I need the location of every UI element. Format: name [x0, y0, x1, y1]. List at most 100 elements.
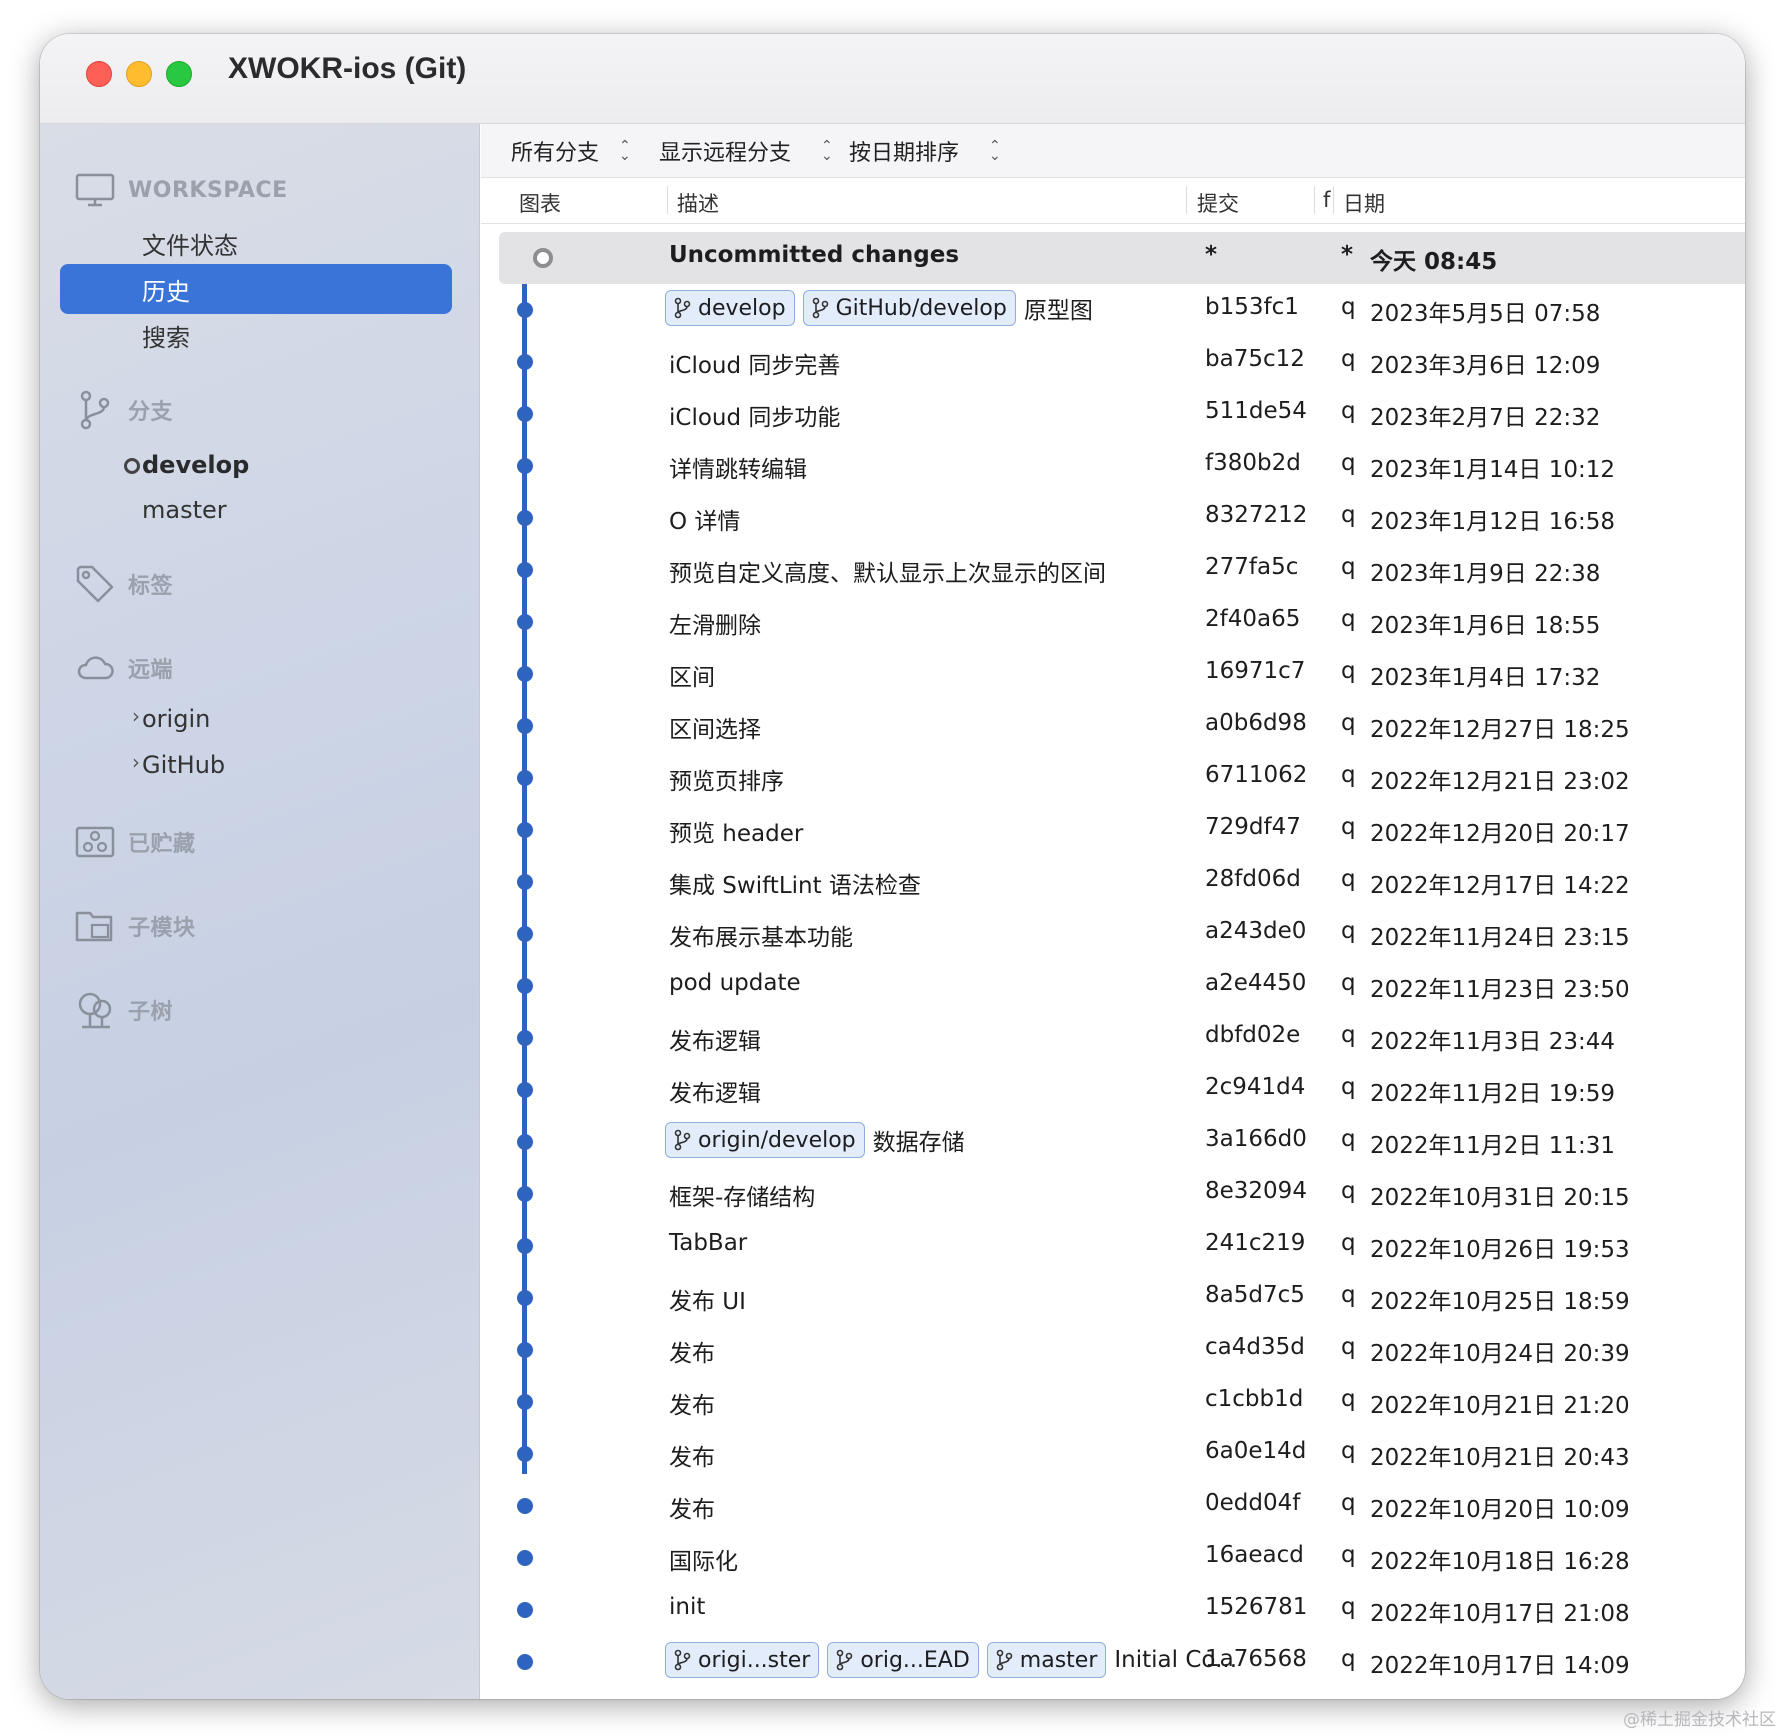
column-header-date[interactable]: 日期	[1343, 188, 1385, 218]
commit-row[interactable]: 发布 UI 8a5d7c5 q 2022年10月25日 18:59	[481, 1272, 1745, 1324]
commit-list: Uncommitted changes * * 今天 08:45 develop…	[481, 232, 1745, 1699]
commit-description: 预览 header	[669, 814, 803, 848]
column-divider[interactable]	[1186, 186, 1187, 214]
commit-row[interactable]: 预览自定义高度、默认显示上次显示的区间 277fa5c q 2023年1月9日 22:…	[481, 544, 1745, 596]
branch-tag[interactable]: master	[986, 1642, 1107, 1678]
commit-message: 区间选择	[669, 717, 761, 743]
graph-node	[517, 510, 533, 526]
commit-row[interactable]: O 详情 8327212 q 2023年1月12日 16:58	[481, 492, 1745, 544]
commit-author: q	[1341, 398, 1356, 424]
commit-author: q	[1341, 1594, 1356, 1620]
branch-tag[interactable]: origi...ster	[665, 1642, 820, 1678]
commit-row[interactable]: 发布 0edd04f q 2022年10月20日 10:09	[481, 1480, 1745, 1532]
commit-row[interactable]: 国际化 16aeacd q 2022年10月18日 16:28	[481, 1532, 1745, 1584]
sidebar-item-remote-origin[interactable]: › origin	[60, 694, 452, 744]
commit-row[interactable]: pod update a2e4450 q 2022年11月23日 23:50	[481, 960, 1745, 1012]
column-header-author[interactable]: f	[1323, 188, 1330, 212]
branch-tag[interactable]: develop	[665, 290, 795, 326]
column-divider[interactable]	[1314, 186, 1315, 214]
close-button[interactable]	[86, 61, 112, 87]
sidebar-section-submodules[interactable]: 子模块	[74, 904, 196, 948]
remote-filter-select[interactable]: 显示远程分支 ⌃ ⌄	[659, 135, 833, 167]
commit-description: Uncommitted changes	[669, 242, 960, 268]
commit-author: q	[1341, 658, 1356, 684]
commit-row[interactable]: 详情跳转编辑 f380b2d q 2023年1月14日 10:12	[481, 440, 1745, 492]
commit-author: q	[1341, 1230, 1356, 1256]
commit-row[interactable]: 左滑删除 2f40a65 q 2023年1月6日 18:55	[481, 596, 1745, 648]
commit-row[interactable]: develop GitHub/develop 原型图 b153fc1 q 2023年5月5…	[481, 284, 1745, 336]
sidebar-item-label: origin	[142, 705, 211, 733]
commit-row[interactable]: 集成 SwiftLint 语法检查 28fd06d q 2022年12月17日 14:…	[481, 856, 1745, 908]
commit-message: 发布逻辑	[669, 1081, 761, 1107]
commit-row[interactable]: 预览 header 729df47 q 2022年12月20日 20:17	[481, 804, 1745, 856]
commit-date: 2023年3月6日 12:09	[1370, 353, 1601, 379]
sidebar-item-history[interactable]: 历史	[60, 264, 452, 314]
commit-date: 2023年5月5日 07:58	[1370, 301, 1601, 327]
sidebar-item-label: develop	[142, 451, 250, 479]
commit-message: TabBar	[669, 1230, 748, 1256]
commit-row[interactable]: 发布逻辑 dbfd02e q 2022年11月3日 23:44	[481, 1012, 1745, 1064]
commit-row[interactable]: 发布展示基本功能 a243de0 q 2022年11月24日 23:15	[481, 908, 1745, 960]
commit-row[interactable]: 区间 16971c7 q 2023年1月4日 17:32	[481, 648, 1745, 700]
column-divider[interactable]	[667, 186, 668, 214]
sidebar-section-subtrees[interactable]: 子树	[74, 988, 173, 1032]
sidebar-section-tags[interactable]: 标签	[74, 562, 173, 606]
sort-label: 按日期排序	[849, 141, 960, 166]
graph-node	[517, 1290, 533, 1306]
sidebar-section-stashes[interactable]: 已贮藏	[74, 820, 196, 864]
commit-message: 国际化	[669, 1549, 738, 1575]
commit-row[interactable]: 框架-存储结构 8e32094 q 2022年10月31日 20:15	[481, 1168, 1745, 1220]
branch-tag[interactable]: GitHub/develop	[802, 290, 1016, 326]
branch-tag[interactable]: orig...EAD	[827, 1642, 979, 1678]
commit-row[interactable]: iCloud 同步完善 ba75c12 q 2023年3月6日 12:09	[481, 336, 1745, 388]
sidebar-item-branch-master[interactable]: master	[60, 485, 452, 535]
commit-description: origin/develop 数据存储	[665, 1122, 965, 1158]
commit-row[interactable]: 发布逻辑 2c941d4 q 2022年11月2日 19:59	[481, 1064, 1745, 1116]
commit-date: 2022年10月21日 21:20	[1370, 1393, 1630, 1419]
chevron-right-icon[interactable]: ›	[132, 704, 140, 728]
commit-row[interactable]: 发布 c1cbb1d q 2022年10月21日 21:20	[481, 1376, 1745, 1428]
commit-row[interactable]: origi...ster orig...EAD master Initial Co..…	[481, 1636, 1745, 1688]
sidebar-item-label: 搜索	[142, 323, 190, 352]
branch-tag-label: GitHub/develop	[835, 295, 1007, 321]
sidebar-item-file-status[interactable]: 文件状态	[60, 218, 452, 268]
commit-row[interactable]: 发布 ca4d35d q 2022年10月24日 20:39	[481, 1324, 1745, 1376]
commit-author: q	[1341, 1646, 1356, 1672]
sidebar-item-remote-github[interactable]: › GitHub	[60, 740, 452, 790]
column-header-graph[interactable]: 图表	[519, 188, 561, 218]
app-window: XWOKR-ios (Git) WORKSPACE 文件状态 历史 搜索 分支 …	[40, 34, 1745, 1699]
commit-row[interactable]: iCloud 同步功能 511de54 q 2023年2月7日 22:32	[481, 388, 1745, 440]
column-header-description[interactable]: 描述	[677, 188, 719, 218]
commit-row[interactable]: 区间选择 a0b6d98 q 2022年12月27日 18:25	[481, 700, 1745, 752]
sidebar-item-branch-develop[interactable]: develop	[60, 440, 452, 490]
graph-node	[517, 926, 533, 942]
commit-hash: 16aeacd	[1205, 1542, 1304, 1568]
chevron-right-icon[interactable]: ›	[132, 750, 140, 774]
commit-row[interactable]: TabBar 241c219 q 2022年10月26日 19:53	[481, 1220, 1745, 1272]
commit-row[interactable]: 发布 6a0e14d q 2022年10月21日 20:43	[481, 1428, 1745, 1480]
commit-author: q	[1341, 1334, 1356, 1360]
column-header-commit[interactable]: 提交	[1197, 188, 1239, 218]
sidebar-section-branches[interactable]: 分支	[74, 388, 173, 432]
column-divider[interactable]	[1333, 186, 1334, 214]
graph-node	[517, 874, 533, 890]
sort-select[interactable]: 按日期排序 ⌃ ⌄	[849, 135, 1001, 167]
sidebar-section-remotes[interactable]: 远端	[74, 646, 173, 690]
commit-row[interactable]: 预览页排序 6711062 q 2022年12月21日 23:02	[481, 752, 1745, 804]
branch-tag[interactable]: origin/develop	[665, 1122, 865, 1158]
chevron-updown-icon: ⌃ ⌄	[989, 138, 1001, 164]
sidebar-item-search[interactable]: 搜索	[60, 310, 452, 360]
commit-hash: f380b2d	[1205, 450, 1301, 476]
branch-filter-select[interactable]: 所有分支 ⌃ ⌄	[511, 135, 631, 167]
commit-row[interactable]: init 1526781 q 2022年10月17日 21:08	[481, 1584, 1745, 1636]
commit-author: q	[1341, 346, 1356, 372]
branch-icon	[674, 1129, 691, 1151]
sidebar-section-label: 远端	[128, 658, 174, 683]
commit-description: 集成 SwiftLint 语法检查	[669, 866, 921, 900]
commit-row-uncommitted[interactable]: Uncommitted changes * * 今天 08:45	[499, 232, 1745, 284]
zoom-button[interactable]	[166, 61, 192, 87]
minimize-button[interactable]	[126, 61, 152, 87]
branch-icon	[674, 297, 691, 319]
commit-row[interactable]: origin/develop 数据存储 3a166d0 q 2022年11月2日 11:…	[481, 1116, 1745, 1168]
sidebar-section-label: 子树	[128, 1000, 174, 1025]
